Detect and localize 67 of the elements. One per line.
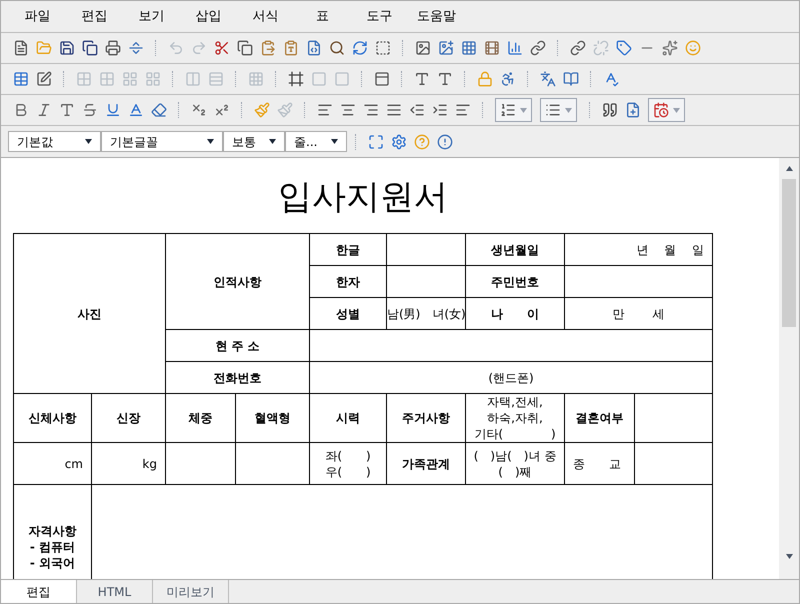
form-label: 인적사항 [214,274,262,290]
form-value: cm [64,456,83,472]
form-label: 한자 [336,274,360,290]
form-value: 종 교 [573,456,621,472]
form-label: 시력 [336,410,360,426]
form-value: 좌( ) 우( ) [325,448,371,480]
form-value: 만 세 [612,306,664,322]
sparkle-icon[interactable] [660,38,680,58]
form-label: 신체사항 [28,410,76,426]
form-value: kg [142,456,157,472]
form-label: 전화번호 [214,370,262,386]
form-label: 신장 [116,410,140,426]
bullet-list-icon[interactable] [545,102,561,118]
menu-item[interactable]: 삽입 [180,6,237,26]
menu-item[interactable]: 표 [294,6,351,26]
form-label: 주민번호 [491,274,539,290]
caret-icon[interactable] [207,139,214,144]
form-label: 성별 [336,306,360,322]
bullet-list-dropdown[interactable] [540,98,577,122]
form-label: 나 이 [491,306,539,322]
form-label: 사진 [78,306,102,322]
form-label: 한글 [336,242,360,258]
numbered-list-dropdown[interactable] [495,98,532,122]
form-value: 남(男) 녀(女) [387,306,466,322]
form-label: 자격사항 - 컴퓨터 - 외국어 [28,522,76,570]
form-value: ( )남( )녀 중 ( )째 [474,448,556,480]
form-label: 가족관계 [402,456,450,472]
format-select[interactable]: 보통 [223,131,285,152]
caret-icon[interactable] [786,554,792,559]
copy-icon[interactable] [234,38,254,58]
form-label: 주거사항 [402,410,450,426]
form-value: (핸드폰) [488,370,534,386]
form-label: 생년월일 [491,242,539,258]
form-label: 결혼여부 [576,410,624,426]
menu-item[interactable]: 서식 [237,6,294,26]
form-label: 체중 [188,410,212,426]
scroll-thumb[interactable] [782,179,796,327]
calendar-clock-dropdown[interactable] [648,98,685,122]
caret-icon[interactable] [269,139,276,144]
link-icon[interactable] [568,38,588,58]
menu-item[interactable]: 도구 [351,6,408,26]
translate-icon[interactable] [538,69,558,89]
printer-icon[interactable] [102,38,122,58]
format-select[interactable]: 기본값 [8,131,101,152]
numbered-list-icon[interactable] [500,102,516,118]
form-value: 자택,전세, 하숙,자취, 기타( ) [474,394,556,442]
caret-icon[interactable] [786,166,792,171]
editor-tab[interactable]: 편집 [1,580,77,603]
scrollbar[interactable] [779,158,799,579]
tag-icon[interactable] [614,38,634,58]
document-title: 입사지원서 [278,177,448,217]
copy-save-icon[interactable] [80,38,100,58]
frame-icon[interactable] [286,69,306,89]
format-select[interactable]: 기본글꼴 [101,131,223,152]
menu-item[interactable]: 편집 [66,6,123,26]
calendar-clock-icon[interactable] [653,102,669,118]
format-select[interactable]: 줄... [285,131,347,152]
menu-item[interactable]: 파일 [9,6,66,26]
caret-icon[interactable] [85,139,92,144]
form-label: 혈액형 [254,410,290,426]
menu-item[interactable]: 보기 [123,6,180,26]
link-icon[interactable] [528,38,548,58]
form-label: 현 주 소 [215,338,260,354]
menu-item[interactable]: 도움말 [408,6,465,26]
form-value: 년 월 일 [636,242,704,258]
caret-icon[interactable] [331,139,338,144]
info-icon[interactable] [434,132,454,152]
